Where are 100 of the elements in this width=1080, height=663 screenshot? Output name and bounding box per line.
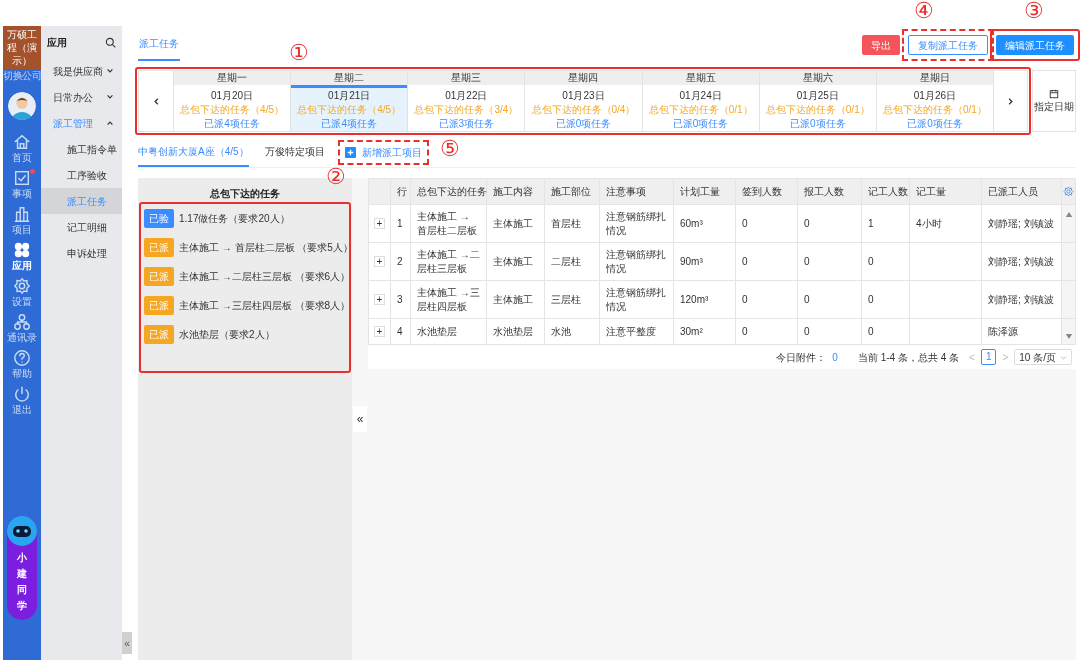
day-column[interactable]: 星期三 01月22日 总包下达的任务（3/4） 已派3项任务 <box>407 71 525 131</box>
day-column[interactable]: 星期五 01月24日 总包下达的任务（0/1） 已派0项任务 <box>641 71 759 131</box>
rail-item[interactable]: 应用 <box>12 241 32 272</box>
table-cell: 90m³ <box>680 255 703 267</box>
table-cell: 注意平整度 <box>606 325 656 337</box>
issued-count: 总包下达的任务（0/4） <box>531 102 636 117</box>
expand-button[interactable]: + <box>374 326 385 337</box>
collapse-button[interactable]: « <box>122 632 132 654</box>
task-item[interactable]: 已派 主体施工 →二层柱三层板 （要求6人） <box>142 267 348 286</box>
table-cell: 0 <box>804 325 810 337</box>
column-header: 总包下达的任务 <box>410 178 487 205</box>
status-tag: 已派 <box>144 296 174 315</box>
table-cell: 0 <box>742 217 748 229</box>
scroll-down-icon[interactable] <box>1064 333 1073 340</box>
status-tag: 已派 <box>144 267 174 286</box>
column-header: 已派工人员 <box>981 178 1062 205</box>
table-cell: 4小时 <box>916 217 942 229</box>
table-cell: 4 <box>397 325 403 337</box>
rail-item[interactable]: 事项 <box>12 169 32 200</box>
menu-item[interactable]: 工序验收 <box>41 162 122 188</box>
weekday-label: 星期四 <box>525 71 642 85</box>
rail-item[interactable]: 项目 <box>12 205 32 236</box>
table-cell: 0 <box>742 325 748 337</box>
avatar[interactable] <box>8 92 36 120</box>
weekday-label: 星期五 <box>642 71 759 85</box>
calendar-icon <box>1049 89 1059 99</box>
rail-item[interactable]: 通讯录 <box>7 313 37 344</box>
issued-count: 总包下达的任务（0/1） <box>765 102 870 117</box>
issued-count: 总包下达的任务（4/5） <box>297 102 402 117</box>
column-header: 施工部位 <box>544 178 600 205</box>
attachments-count[interactable]: 0 <box>832 349 838 365</box>
project-tab[interactable]: 万俊特定项目 <box>264 138 325 167</box>
page-tab[interactable]: 派工任务 <box>138 29 180 61</box>
chevron-icon <box>106 67 114 75</box>
expand-button[interactable]: + <box>374 256 385 267</box>
menu-item[interactable]: 施工指令单 <box>41 136 122 162</box>
pick-date-button[interactable]: 指定日期 <box>1032 70 1076 132</box>
expand-button[interactable]: + <box>374 294 385 305</box>
rail-item[interactable]: 帮助 <box>12 349 32 380</box>
table-cell: 主体施工 <box>493 217 533 229</box>
table-cell: 首层柱 <box>551 217 581 229</box>
task-item[interactable]: 已派 主体施工 →三层柱四层板 （要求8人） <box>142 296 348 315</box>
robot-icon <box>7 516 37 546</box>
project-tab[interactable]: 中粤创新大厦A座（4/5） <box>138 138 249 167</box>
table-cell: 水池垫层 <box>417 325 457 337</box>
rail-item[interactable]: 首页 <box>12 133 32 164</box>
table-cell: 120m³ <box>680 293 709 305</box>
dispatched-count: 已派4项任务 <box>321 116 377 131</box>
table-cell: 0 <box>742 293 748 305</box>
search-icon[interactable] <box>105 36 116 48</box>
table-cell: 刘静瑶; 刘镇波 <box>988 293 1054 305</box>
table-cell: 0 <box>742 255 748 267</box>
day-cell[interactable]: 01月21日 总包下达的任务（4/5） 已派4项任务 <box>291 85 408 131</box>
date-label: 01月25日 <box>796 88 839 103</box>
day-column[interactable]: 星期二 01月21日 总包下达的任务（4/5） 已派4项任务 <box>290 71 408 131</box>
column-header: 施工内容 <box>486 178 545 205</box>
task-item[interactable]: 已验 1.17做任务（要求20人） <box>142 209 348 228</box>
org-chart-icon <box>13 313 31 331</box>
add-project-tab[interactable]: 新增派工项目 <box>340 143 426 162</box>
task-item[interactable]: 已派 水池垫层（要求2人） <box>142 325 348 344</box>
switch-company-link[interactable]: 切换公司 <box>3 70 41 82</box>
weekday-label: 星期日 <box>876 71 993 85</box>
table-cell: 注意钢筋绑扎情况 <box>606 248 666 274</box>
day-column[interactable]: 星期四 01月23日 总包下达的任务（0/4） 已派0项任务 <box>524 71 642 131</box>
issued-count: 总包下达的任务（0/1） <box>648 102 753 117</box>
panel-title: 总包下达的任务 <box>208 187 281 201</box>
settings-icon[interactable] <box>1063 186 1074 197</box>
home-icon <box>13 133 31 151</box>
page-size-select[interactable]: 10 条/页 <box>1014 349 1072 365</box>
day-column[interactable]: 星期六 01月25日 总包下达的任务（0/1） 已派0项任务 <box>758 71 876 131</box>
annotation-number: ⑤ <box>439 137 460 161</box>
action-button[interactable]: 复制派工任务 <box>908 35 988 55</box>
page-button[interactable]: 1 <box>980 349 997 365</box>
power-icon <box>13 385 31 403</box>
day-column[interactable]: 星期一 01月20日 总包下达的任务（4/5） 已派4项任务 <box>173 71 291 131</box>
day-column[interactable]: 星期日 01月26日 总包下达的任务（0/1） 已派0项任务 <box>875 71 993 131</box>
menu-group[interactable]: 日常办公 <box>41 84 122 110</box>
building-icon <box>13 205 31 223</box>
pagination-summary: 当前 1-4 条，总共 4 条 <box>857 350 960 365</box>
rail-item[interactable]: 设置 <box>12 277 32 308</box>
assistant-bubble[interactable]: 小建同学 <box>7 516 37 620</box>
collapse-panel-button[interactable]: « <box>353 406 367 432</box>
expand-button[interactable]: + <box>374 218 385 229</box>
menu-group[interactable]: 我是供应商 <box>41 58 122 84</box>
table-cell: 0 <box>804 217 810 229</box>
status-tag: 已派 <box>144 325 174 344</box>
date-label: 01月20日 <box>210 88 254 103</box>
date-label: 01月21日 <box>328 88 371 103</box>
table-cell: 主体施工 →三层柱四层板 <box>417 286 480 312</box>
rail-item[interactable]: 退出 <box>12 385 32 416</box>
menu-item[interactable]: 申诉处理 <box>41 240 122 266</box>
weekday-label: 星期三 <box>408 71 525 85</box>
menu-item[interactable]: 记工明细 <box>41 214 122 240</box>
table-cell: 二层柱 <box>551 255 581 267</box>
scroll-up-icon[interactable] <box>1064 211 1073 218</box>
task-item[interactable]: 已派 主体施工 → 首层柱二层板 （要求5人） <box>142 238 348 257</box>
table-cell: 水池 <box>551 325 571 337</box>
annotation-number: ② <box>326 165 346 189</box>
table-cell: 0 <box>868 255 874 267</box>
table-cell: 1 <box>868 217 874 229</box>
